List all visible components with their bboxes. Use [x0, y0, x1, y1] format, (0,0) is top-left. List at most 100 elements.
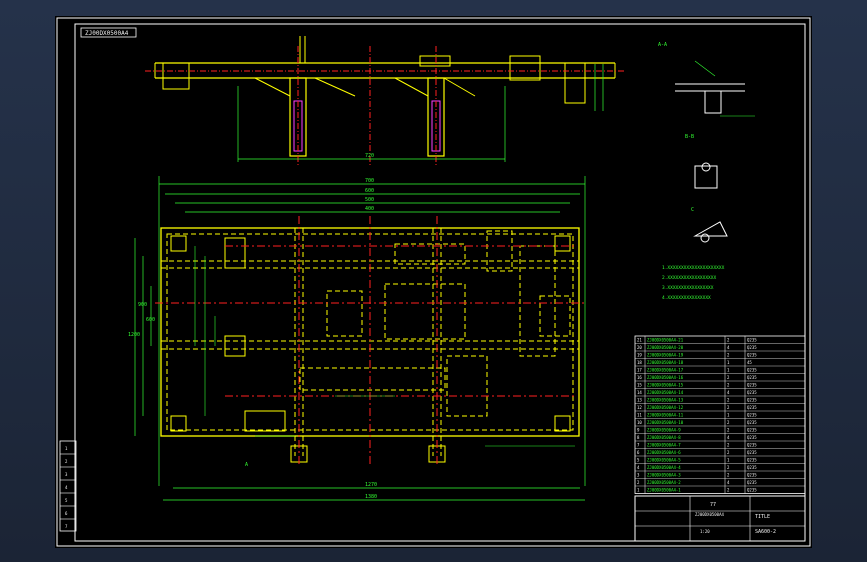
bom-cell: ZJ00DX0500A4-11	[647, 413, 684, 418]
title-scale: 1:20	[700, 529, 710, 534]
detail-a-label: A-A	[658, 42, 667, 48]
bom-cell: 4	[637, 465, 640, 470]
bom-cell: ZJ00DX0500A4-6	[647, 450, 681, 455]
bom-cell: 8	[637, 435, 640, 440]
bom-cell: 5	[637, 458, 640, 463]
rev-cell-3: 3	[65, 472, 68, 477]
bom-cell: 1	[637, 488, 640, 493]
bill-of-materials[interactable]: 21 ZJ00DX0500A4-21 2 Q23520 ZJ00DX0500A4-20 4…	[634, 335, 806, 494]
technical-notes: 1.XXXXXXXXXXXXXXXXXXXXX 2.XXXXXXXXXXXXXX…	[662, 265, 725, 301]
drawing-sheet[interactable]: ZJ00DX0500A4 720 700 600 500 400 1270 13…	[55, 16, 812, 548]
bom-cell: 2	[727, 488, 730, 493]
bom-cell: Q235	[747, 413, 757, 418]
outer-frame	[56, 17, 811, 547]
bom-cell: ZJ00DX0500A4-5	[647, 458, 681, 463]
bom-cell: Q235	[747, 383, 757, 388]
title-code: 77	[710, 502, 716, 508]
detail-c-label: C	[691, 207, 694, 213]
revision-block[interactable]: 1 2 3 4 5 6 7	[59, 440, 77, 532]
note-line-3: 3.XXXXXXXXXXXXXXXXX	[662, 285, 714, 291]
rev-cell-2: 2	[65, 459, 68, 464]
bom-cell: 14	[637, 390, 642, 395]
bom-cell: 18	[637, 360, 642, 365]
plan-dim-left-3: 600	[146, 317, 155, 323]
bom-cell: 15	[637, 383, 642, 388]
bom-cell: 17	[637, 368, 642, 373]
bom-cell: Q235	[747, 405, 757, 410]
rev-cell-6: 6	[65, 511, 68, 516]
title-block[interactable]: 77 TITLE ZJ00DX0500A4 1:20 SA600-2	[634, 495, 806, 542]
detail-view-b[interactable]: B-B	[685, 134, 718, 189]
plan-dim-bottom-1: 1270	[365, 482, 377, 488]
plan-dim-top-4: 400	[365, 206, 374, 212]
plan-dim-top-1: 700	[365, 178, 374, 184]
bom-cell: 3	[637, 473, 640, 478]
bom-cell: 2	[727, 383, 730, 388]
bom-cell: ZJ00DX0500A4-15	[647, 383, 684, 388]
bom-cell: Q235	[747, 390, 757, 395]
bom-cell: 6	[637, 450, 640, 455]
bom-cell: 2	[637, 480, 640, 485]
rev-cell-7: 7	[65, 524, 68, 529]
bom-cell: ZJ00DX0500A4-19	[647, 353, 684, 358]
bom-cell: 1	[727, 368, 730, 373]
bom-cell: Q235	[747, 375, 757, 380]
bom-cell: ZJ00DX0500A4-1	[647, 488, 681, 493]
bom-cell: Q235	[747, 420, 757, 425]
plan-dim-top-3: 500	[365, 197, 374, 203]
bom-cell: Q235	[747, 353, 757, 358]
bom-cell: ZJ00DX0500A4-7	[647, 443, 681, 448]
cad-viewport[interactable]: ZJ00DX0500A4 720 700 600 500 400 1270 13…	[0, 0, 867, 562]
bom-cell: 4	[727, 390, 730, 395]
bom-cell: Q235	[747, 435, 757, 440]
bom-cell: Q235	[747, 368, 757, 373]
bom-cell: Q235	[747, 458, 757, 463]
drawing-canvas: ZJ00DX0500A4 720 700 600 500 400 1270 13…	[56, 17, 811, 547]
detail-view-c[interactable]: C	[691, 207, 728, 243]
bom-cell: Q235	[747, 443, 757, 448]
note-line-1: 1.XXXXXXXXXXXXXXXXXXXXX	[662, 265, 725, 271]
bom-cell: Q235	[747, 428, 757, 433]
bom-cell: Q235	[747, 450, 757, 455]
plan-dim-left-1: 1200	[128, 332, 140, 338]
bom-cell: ZJ00DX0500A4-13	[647, 398, 684, 403]
bom-cell: ZJ00DX0500A4-14	[647, 390, 684, 395]
elevation-dim: 720	[365, 153, 374, 159]
bom-cell: ZJ00DX0500A4-9	[647, 428, 681, 433]
bom-cell: 4	[727, 435, 730, 440]
bom-cell: 1	[727, 458, 730, 463]
elevation-view[interactable]: 720	[145, 36, 625, 166]
plan-view[interactable]: 700 600 500 400 1270 1380 1200 900 600 A	[128, 176, 586, 501]
bom-cell: ZJ00DX0500A4-10	[647, 420, 684, 425]
bom-cell: Q235	[747, 398, 757, 403]
bom-cell: 4	[727, 480, 730, 485]
note-line-4: 4.XXXXXXXXXXXXXXXX	[662, 295, 711, 301]
bom-cell: 7	[637, 443, 640, 448]
bom-cell: ZJ00DX0500A4-21	[647, 338, 684, 343]
bom-cell: 2	[727, 420, 730, 425]
bom-cell: 2	[727, 443, 730, 448]
bom-cell: 2	[727, 398, 730, 403]
bom-cell: Q235	[747, 465, 757, 470]
bom-cell: 2	[727, 473, 730, 478]
bom-cell: 45	[747, 360, 752, 365]
bom-cell: Q235	[747, 345, 757, 350]
bom-cell: 12	[637, 405, 642, 410]
bom-cell: ZJ00DX0500A4-4	[647, 465, 681, 470]
section-marker: A	[245, 462, 248, 468]
bom-cell: ZJ00DX0500A4-12	[647, 405, 684, 410]
bom-cell: 1	[727, 413, 730, 418]
bom-cell: 19	[637, 353, 642, 358]
detail-view-a[interactable]: A-A	[658, 42, 755, 117]
bom-cell: 10	[637, 420, 642, 425]
bom-cell: 13	[637, 398, 642, 403]
detail-b-label: B-B	[685, 134, 694, 140]
bom-cell: 2	[727, 465, 730, 470]
bom-cell: 21	[637, 338, 642, 343]
bom-cell: 2	[727, 405, 730, 410]
bom-cell: 1	[727, 360, 730, 365]
bom-cell: Q235	[747, 480, 757, 485]
bom-cell: Q235	[747, 488, 757, 493]
bom-cell: ZJ00DX0500A4-17	[647, 368, 684, 373]
bom-cell: 2	[727, 450, 730, 455]
